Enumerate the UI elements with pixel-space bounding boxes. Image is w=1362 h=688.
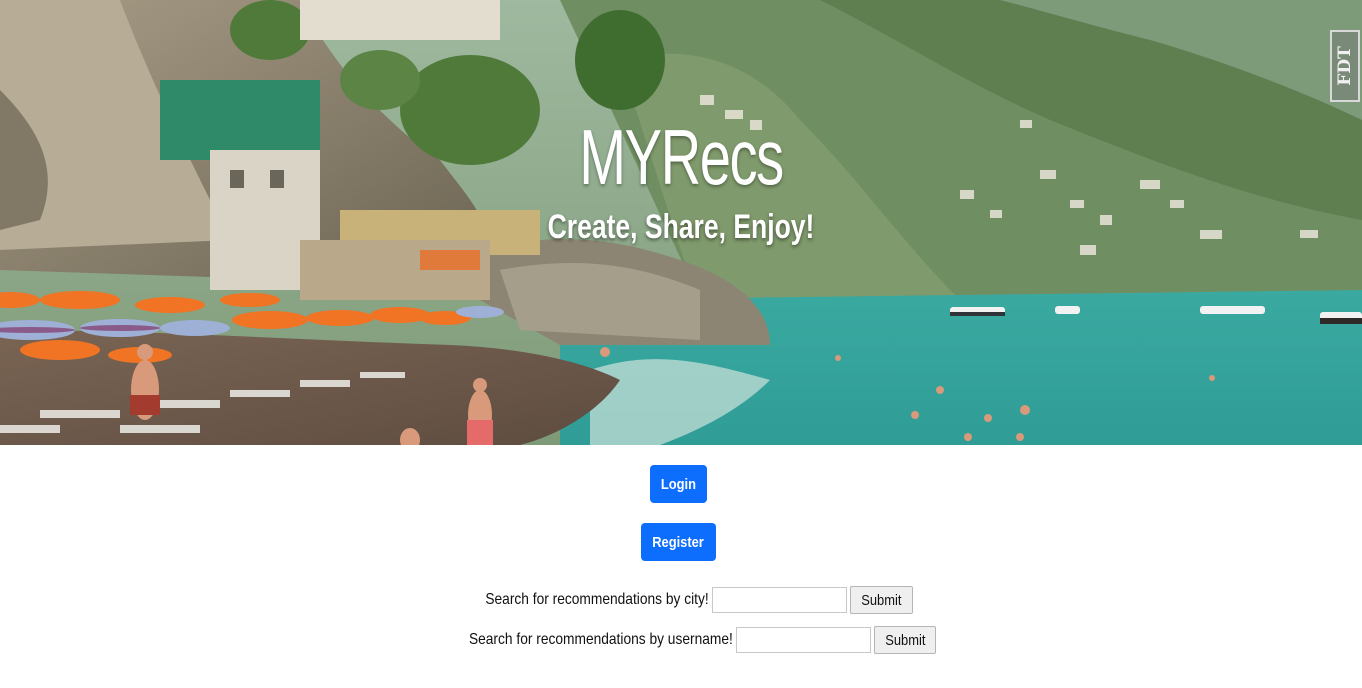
city-search-form: Search for recommendations by city! Subm… bbox=[0, 585, 1362, 615]
username-search-input[interactable] bbox=[735, 627, 871, 653]
login-button-label: Login bbox=[660, 475, 697, 493]
city-submit-label: Submit bbox=[861, 591, 902, 609]
site-tagline: Create, Share, Enjoy! bbox=[547, 208, 815, 246]
register-button-label: Register bbox=[652, 533, 705, 551]
city-search-label: Search for recommendations by city! bbox=[485, 591, 709, 608]
register-button[interactable]: Register bbox=[641, 523, 716, 561]
username-search-label: Search for recommendations by username! bbox=[468, 631, 733, 648]
site-title: MYRecs bbox=[579, 113, 784, 201]
hero-banner: MYRecs Create, Share, Enjoy! FDT bbox=[0, 0, 1362, 445]
username-search-form: Search for recommendations by username! … bbox=[0, 625, 1362, 655]
login-button[interactable]: Login bbox=[650, 465, 707, 503]
watermark-logo: FDT bbox=[1330, 30, 1360, 102]
city-search-input[interactable] bbox=[711, 587, 847, 613]
city-search-submit-button[interactable]: Submit bbox=[849, 586, 913, 614]
username-submit-label: Submit bbox=[884, 631, 925, 649]
main-content: Login Register Search for recommendation… bbox=[0, 445, 1362, 688]
username-search-submit-button[interactable]: Submit bbox=[873, 626, 937, 654]
watermark-text: FDT bbox=[1335, 46, 1355, 86]
